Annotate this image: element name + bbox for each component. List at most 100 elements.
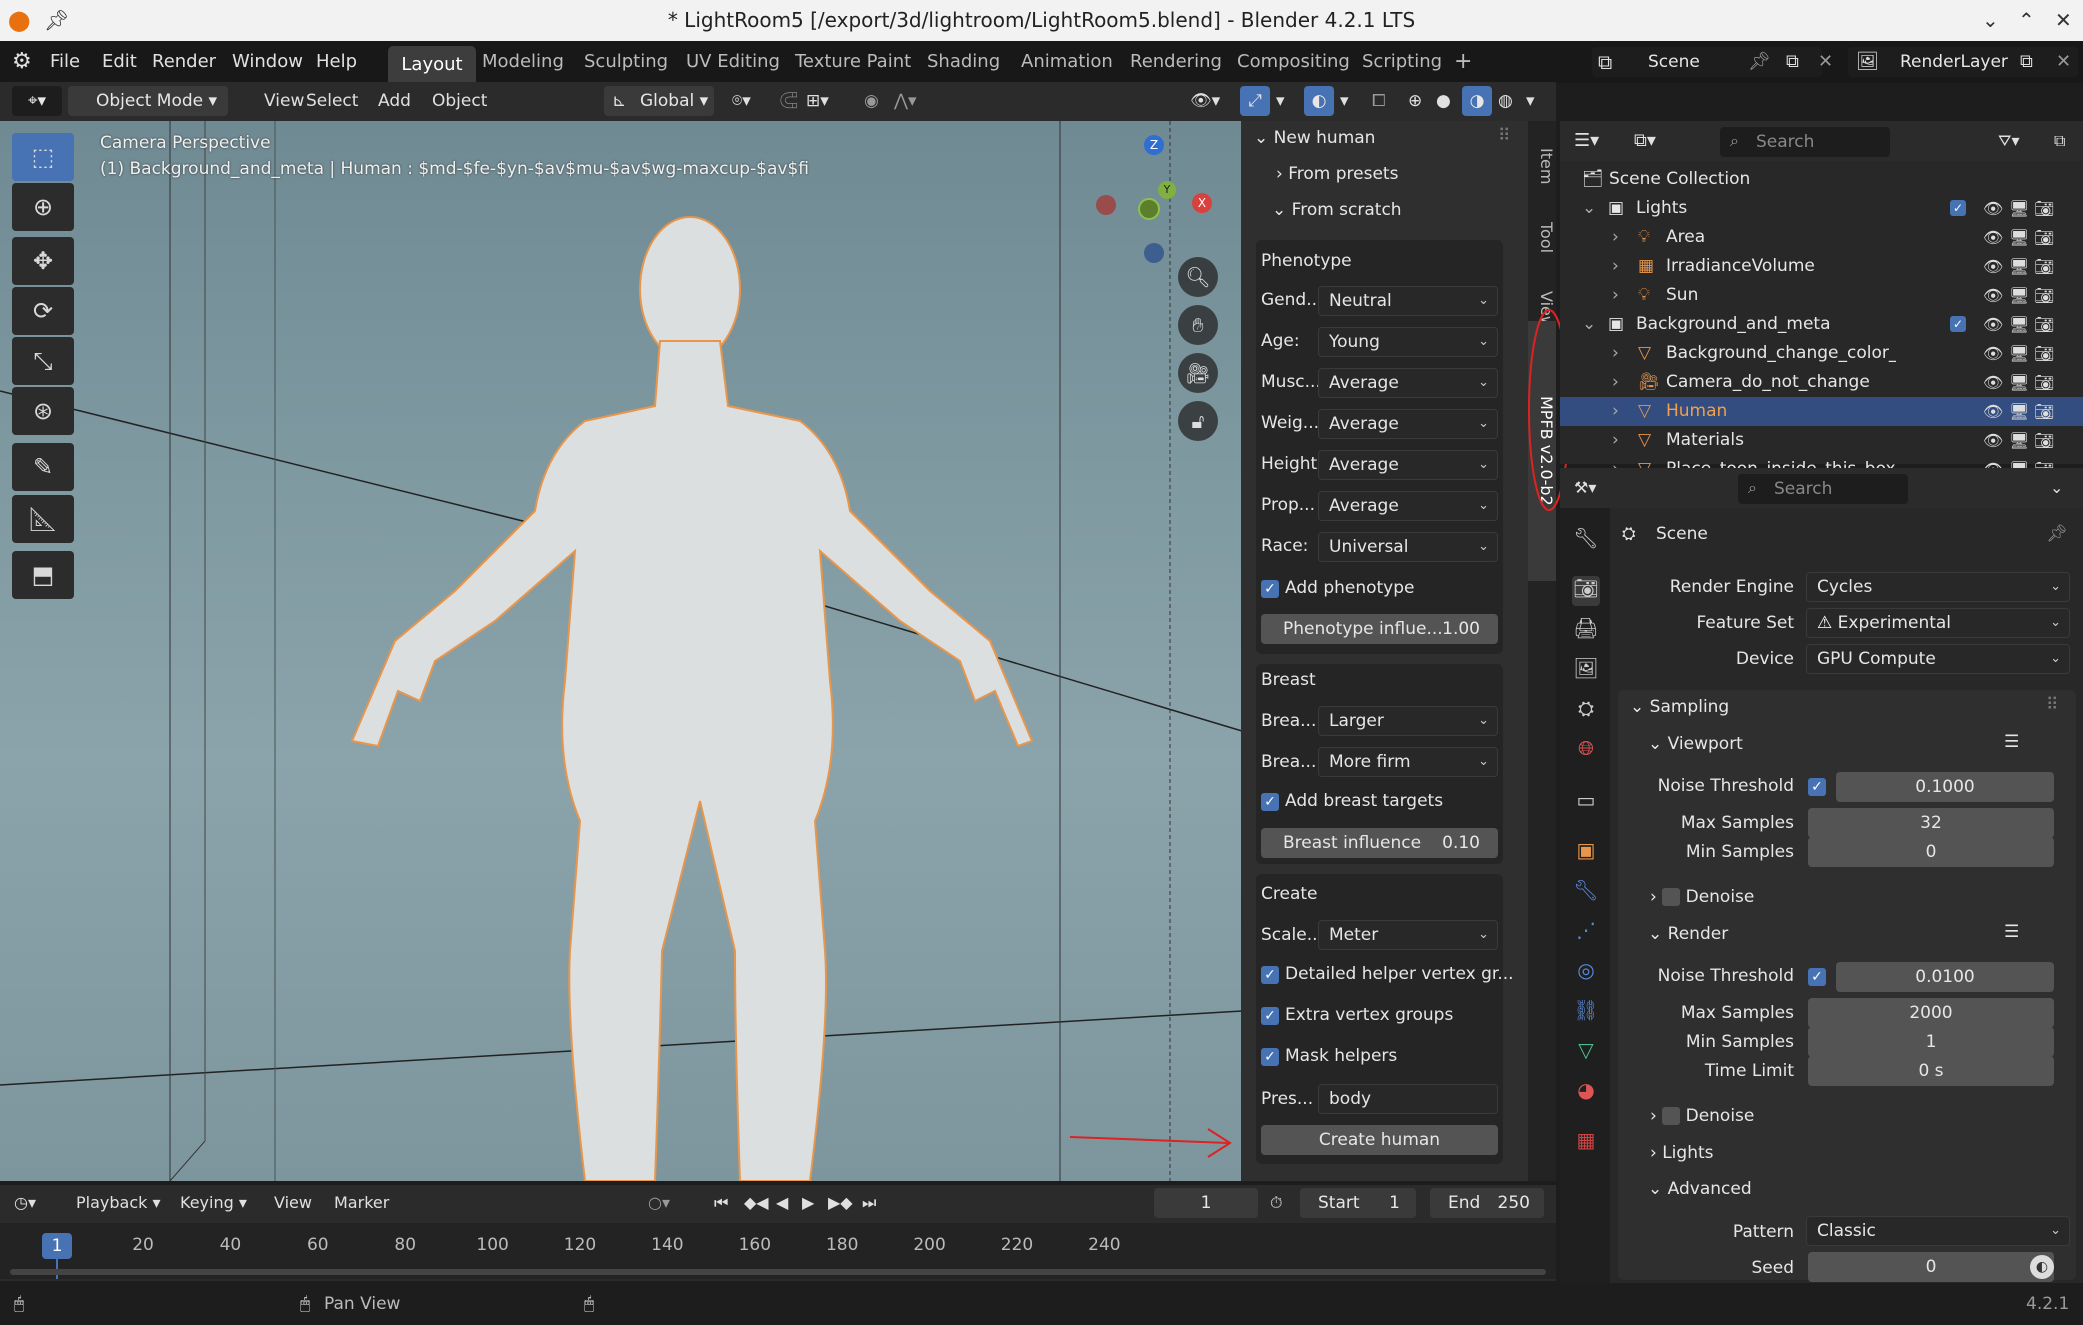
outliner-search-input[interactable]: Search xyxy=(1720,127,1890,157)
r-time-field[interactable]: 0 s xyxy=(1808,1056,2054,1086)
gizmo-dropdown-icon[interactable]: ▾ xyxy=(1276,82,1285,124)
zoom-icon[interactable]: 🔍︎ xyxy=(1178,257,1218,297)
add-cube-tool-icon[interactable]: ⬒ xyxy=(12,551,74,599)
menu-object[interactable]: Object xyxy=(432,82,487,124)
wireframe-shading-icon[interactable]: ⊕ xyxy=(1408,82,1422,124)
eye-icon[interactable]: 👁︎ xyxy=(1983,281,2003,310)
snap-target-icon[interactable]: ⊞▾ xyxy=(806,82,829,124)
viewport-display-icon[interactable]: 🖥︎ xyxy=(2009,223,2029,252)
menu-render[interactable]: Render xyxy=(152,41,216,83)
render-subheader[interactable]: ⌄ Render xyxy=(1648,924,1728,944)
gizmo-toggle-icon[interactable]: ⤢ xyxy=(1240,86,1270,116)
add-workspace-icon[interactable]: + xyxy=(1454,41,1472,83)
collection-tab-icon[interactable]: ▭ xyxy=(1572,788,1600,818)
neg-x-axis-icon[interactable] xyxy=(1096,195,1116,215)
outliner-row-background-and-meta[interactable]: ⌄ ▣ Background_and_meta ✓ 👁︎ 🖥︎ 📷︎ xyxy=(1560,310,2083,339)
tab-item[interactable]: Item xyxy=(1528,131,1556,201)
tab-rendering[interactable]: Rendering xyxy=(1130,41,1222,83)
add-phenotype-checkbox[interactable]: ✓ xyxy=(1261,580,1279,598)
denoise-render-header[interactable]: › Denoise xyxy=(1650,1106,1754,1126)
preset-input[interactable]: body xyxy=(1318,1084,1498,1114)
y-axis-icon[interactable]: Y xyxy=(1158,181,1176,199)
chevron-down-icon[interactable]: ⌄ xyxy=(1582,310,1596,339)
menu-view[interactable]: View xyxy=(264,82,304,124)
x-axis-icon[interactable]: X xyxy=(1192,193,1212,213)
transform-tool-icon[interactable]: ⊛ xyxy=(12,387,74,435)
material-shading-icon[interactable]: ◑ xyxy=(1462,86,1492,116)
view-layer-tab-icon[interactable]: 🖼︎ xyxy=(1572,656,1600,686)
play-reverse-icon[interactable]: ◀ xyxy=(776,1185,788,1221)
tab-modeling[interactable]: Modeling xyxy=(482,41,564,83)
eye-icon[interactable]: 👁︎ xyxy=(1983,310,2003,339)
mode-dropdown[interactable]: Object Mode ▾ xyxy=(68,86,228,116)
eye-icon[interactable]: 👁︎ xyxy=(1983,223,2003,252)
viewport-subheader[interactable]: ⌄ Viewport xyxy=(1648,734,1743,754)
modifiers-tab-icon[interactable]: 🔧︎ xyxy=(1572,878,1600,908)
new-collection-icon[interactable]: ⧉ xyxy=(2054,121,2065,161)
chevron-right-icon[interactable]: › xyxy=(1612,368,1619,397)
object-tab-icon[interactable]: ▣ xyxy=(1572,838,1600,868)
texture-tab-icon[interactable]: ▦ xyxy=(1572,1128,1600,1158)
pattern-dropdown[interactable]: Classic ⌄ xyxy=(1806,1216,2070,1246)
physics-tab-icon[interactable]: ◎ xyxy=(1572,958,1600,988)
navigation-gizmo[interactable]: Z X Y xyxy=(1096,133,1220,263)
timeline-track[interactable]: 20 40 60 80 100 120 140 160 180 200 220 240 1 xyxy=(0,1223,1556,1279)
chevron-right-icon[interactable]: › xyxy=(1612,397,1619,426)
collection-include-checkbox[interactable]: ✓ xyxy=(1950,316,1966,332)
annotate-tool-icon[interactable]: ✎ xyxy=(12,443,74,491)
prev-keyframe-icon[interactable]: ◆◀ xyxy=(744,1185,769,1221)
render-camera-icon[interactable]: 📷︎ xyxy=(2034,368,2054,397)
tab-scripting[interactable]: Scripting xyxy=(1362,41,1442,83)
start-frame-field[interactable]: Start 1 xyxy=(1300,1188,1416,1218)
race-dropdown[interactable]: Universal ⌄ xyxy=(1318,532,1498,562)
world-tab-icon[interactable]: 🌐︎ xyxy=(1572,736,1600,766)
measure-tool-icon[interactable]: 📐︎ xyxy=(12,495,74,543)
render-camera-icon[interactable]: 📷︎ xyxy=(2034,397,2054,426)
chevron-right-icon[interactable]: › xyxy=(1612,223,1619,252)
create-human-button[interactable]: Create human xyxy=(1261,1125,1498,1155)
filter-icon[interactable]: ⛛▾ xyxy=(1998,121,2019,161)
outliner-row-camera-do-not-change[interactable]: › 🎥︎ Camera_do_not_change 👁︎ 🖥︎ 📷︎ xyxy=(1560,368,2083,397)
viewport-display-icon[interactable]: 🖥︎ xyxy=(2009,426,2029,455)
overlays-dropdown-icon[interactable]: ▾ xyxy=(1340,82,1349,124)
stopwatch-icon[interactable]: ⏱ xyxy=(1270,1185,1282,1221)
menu-add[interactable]: Add xyxy=(378,82,411,124)
proportional-edit-icon[interactable]: ◉ xyxy=(864,82,879,124)
particles-tab-icon[interactable]: ⋰ xyxy=(1572,918,1600,948)
outliner-row-human[interactable]: › ▽ Human 👁︎ 🖥︎ 📷︎ xyxy=(1560,397,2083,426)
outliner-row-irradiancevolume[interactable]: › ▦ IrradianceVolume 👁︎ 🖥︎ 📷︎ xyxy=(1560,252,2083,281)
sampling-header[interactable]: ⌄ Sampling xyxy=(1630,697,1729,717)
outliner-row-materials[interactable]: › ▽ Materials 👁︎ 🖥︎ 📷︎ xyxy=(1560,426,2083,455)
mask-helpers-checkbox[interactable]: ✓ xyxy=(1261,1048,1279,1066)
visibility-icon[interactable]: 👁︎▾ xyxy=(1190,82,1220,124)
maximize-icon[interactable]: ⌃ xyxy=(2018,0,2035,41)
panel-drag-icon[interactable]: ⠿ xyxy=(2046,695,2058,715)
scene-tab-icon[interactable]: ⛭ xyxy=(1572,696,1600,726)
add-breast-targets-checkbox[interactable]: ✓ xyxy=(1261,793,1279,811)
from-presets-header[interactable]: › From presets xyxy=(1276,164,1398,184)
random-seed-icon[interactable]: ◐ xyxy=(2030,1255,2054,1279)
pin-scene-icon[interactable]: 📌︎ xyxy=(1748,41,1771,83)
render-camera-icon[interactable]: 📷︎ xyxy=(2034,281,2054,310)
jump-start-icon[interactable]: ⏮ xyxy=(714,1185,728,1221)
xray-icon[interactable]: ⧠ xyxy=(1372,82,1386,124)
viewport-display-icon[interactable]: 🖥︎ xyxy=(2009,368,2029,397)
weight-dropdown[interactable]: Average ⌄ xyxy=(1318,409,1498,439)
device-dropdown[interactable]: GPU Compute ⌄ xyxy=(1806,644,2070,674)
scale-tool-icon[interactable]: ⤡ xyxy=(12,337,74,385)
tab-sculpting[interactable]: Sculpting xyxy=(584,41,668,83)
viewport-display-icon[interactable]: 🖥︎ xyxy=(2009,281,2029,310)
blender-menu-icon[interactable]: ⚙ xyxy=(12,41,32,83)
menu-select[interactable]: Select xyxy=(306,82,358,124)
snap-icon[interactable]: 🧲︎ xyxy=(778,82,800,124)
viewport-display-icon[interactable]: 🖥︎ xyxy=(2009,397,2029,426)
eye-icon[interactable]: 👁︎ xyxy=(1983,368,2003,397)
presets-list-icon[interactable]: ☰ xyxy=(2004,922,2019,942)
eye-icon[interactable]: 👁︎ xyxy=(1983,339,2003,368)
shading-dropdown-icon[interactable]: ▾ xyxy=(1526,82,1535,124)
chevron-right-icon[interactable]: › xyxy=(1612,339,1619,368)
render-tab-icon[interactable]: 📷︎ xyxy=(1572,576,1600,606)
minimize-icon[interactable]: ⌄ xyxy=(1982,0,1999,41)
viewport-display-icon[interactable]: 🖥︎ xyxy=(2009,339,2029,368)
rotate-tool-icon[interactable]: ⟳ xyxy=(12,287,74,335)
